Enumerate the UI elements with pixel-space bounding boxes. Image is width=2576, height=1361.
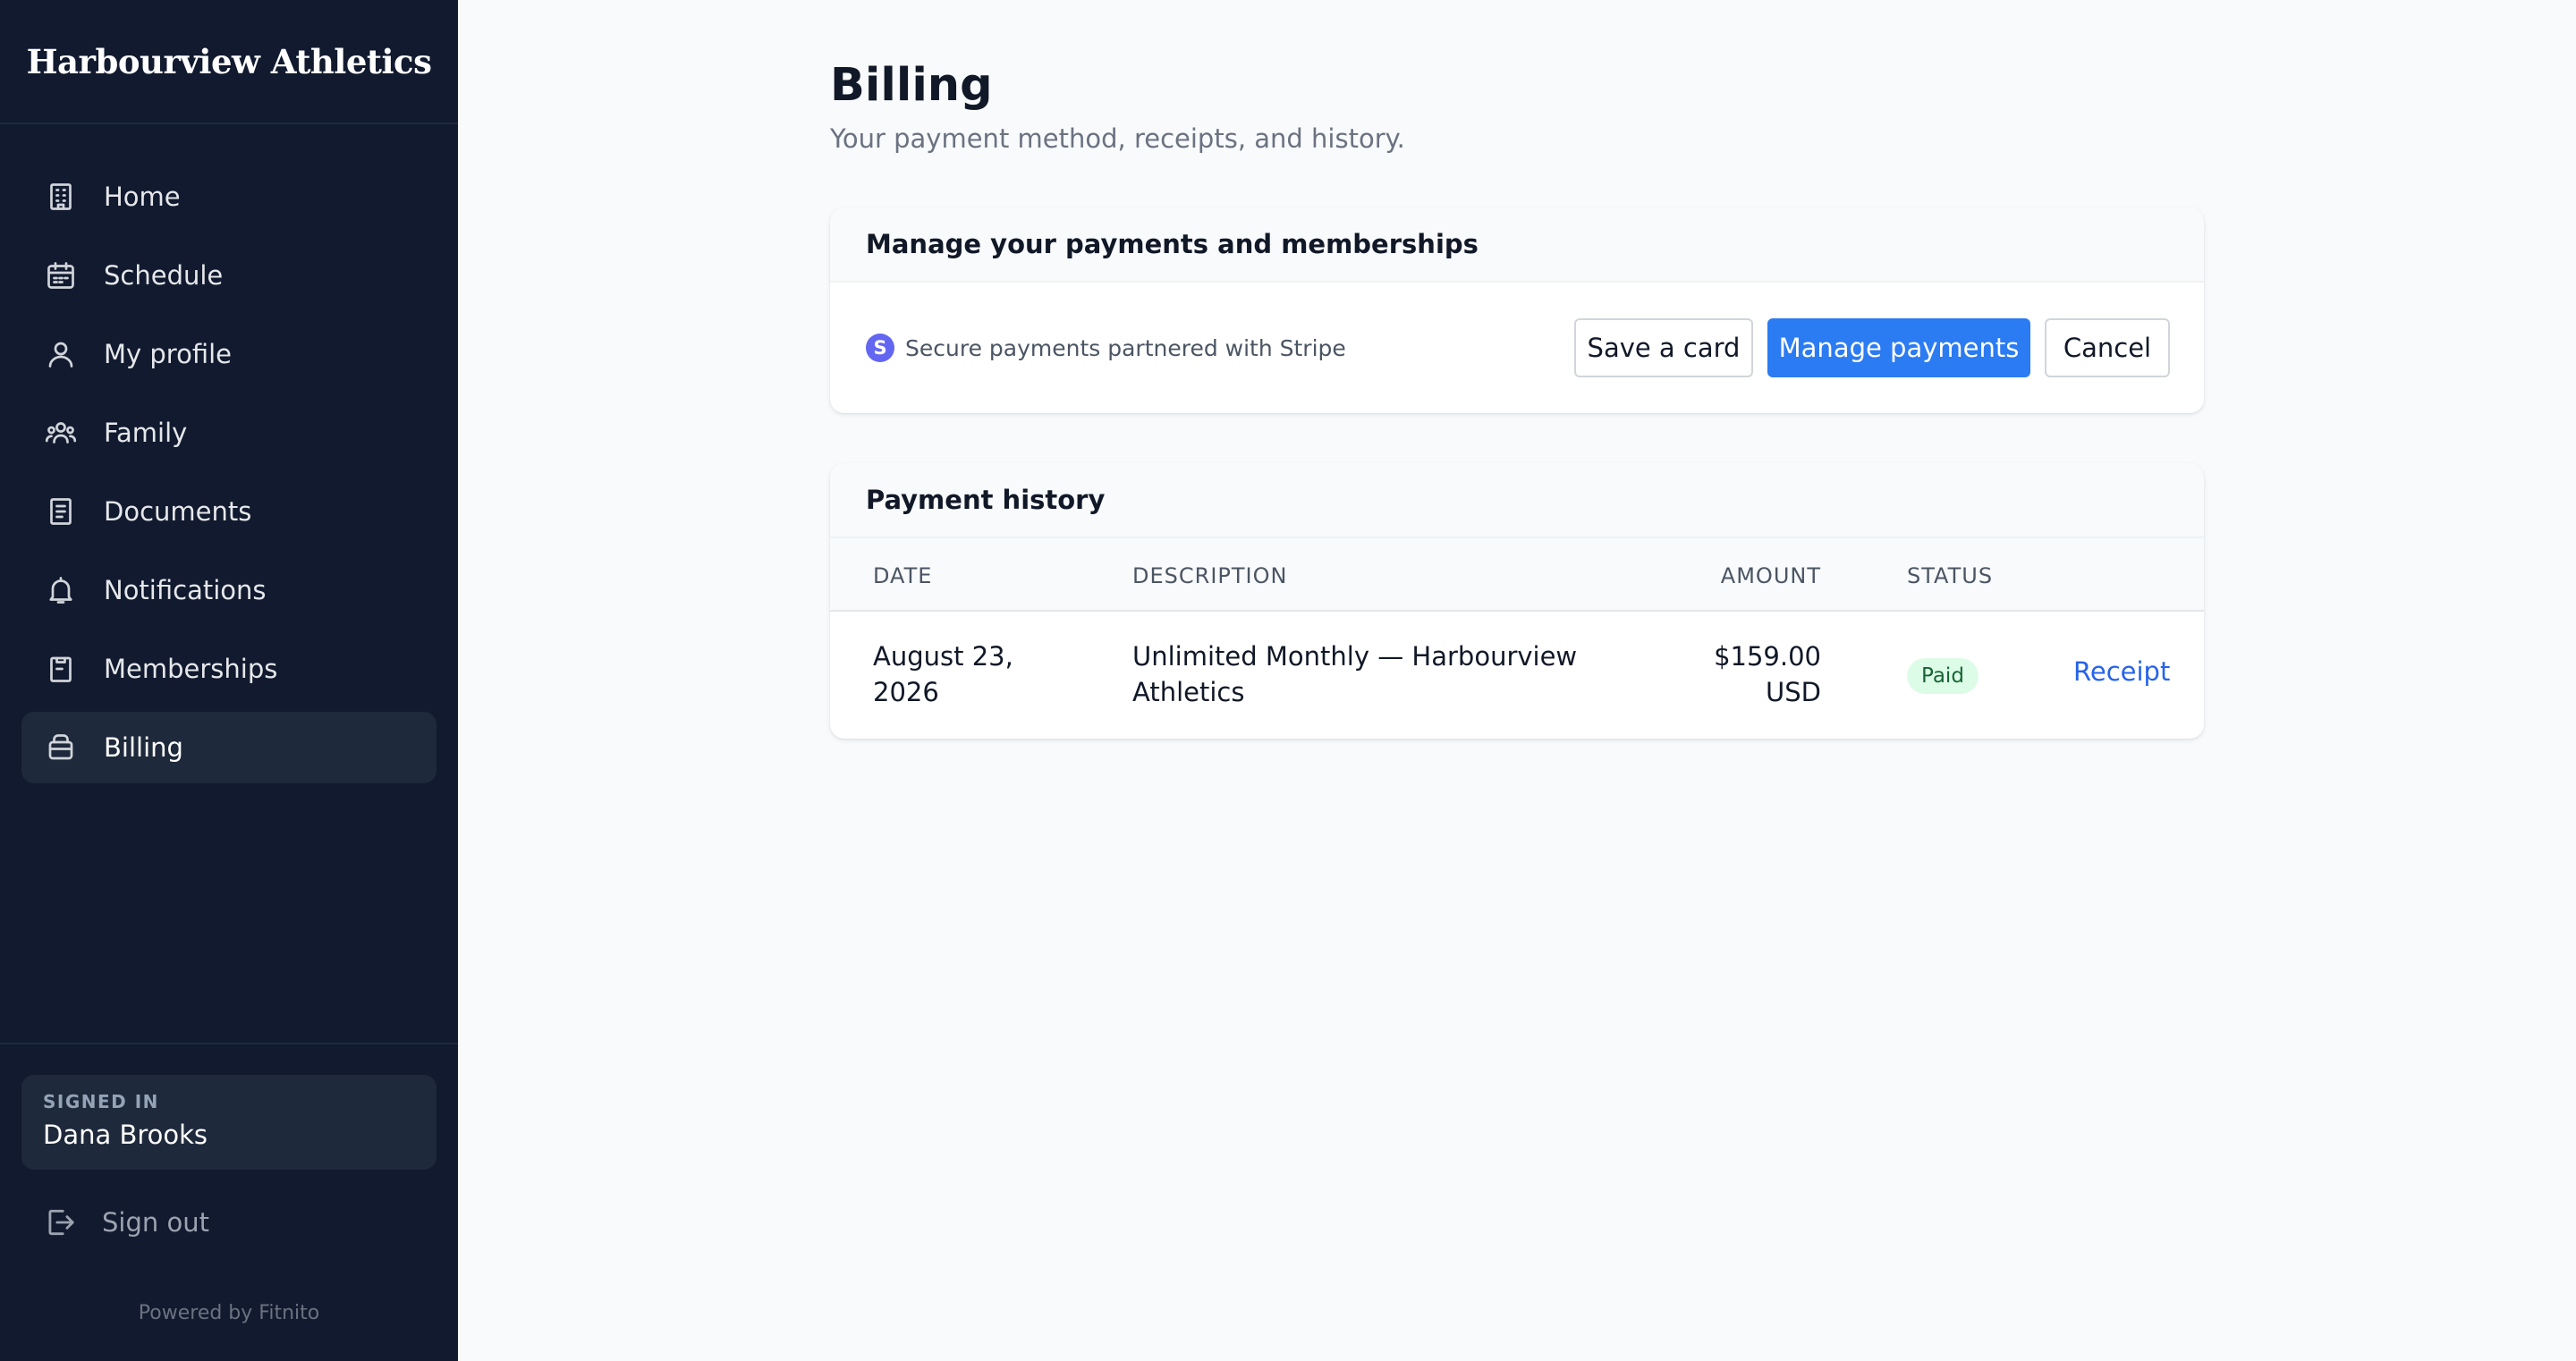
sidebar-item-label: Home — [104, 182, 181, 212]
column-header-date: DATE — [873, 563, 933, 588]
wallet-icon — [45, 731, 77, 764]
sidebar-item-home[interactable]: Home — [21, 161, 436, 232]
sign-out-button[interactable]: Sign out — [43, 1205, 209, 1239]
column-header-description: DESCRIPTION — [1132, 563, 1288, 588]
payments-card-title: Manage your payments and memberships — [830, 207, 2204, 283]
row-date: August 23, 2026 — [873, 641, 1013, 707]
column-header-status: STATUS — [1907, 563, 1994, 588]
receipt-link[interactable]: Receipt — [2073, 656, 2170, 687]
powered-by: Powered by Fitnito — [138, 1302, 320, 1324]
sidebar-item-label: Schedule — [104, 260, 224, 291]
manage-payments-button[interactable]: Manage payments — [1767, 318, 2030, 377]
bell-icon — [45, 574, 77, 606]
stripe-icon: S — [866, 334, 894, 362]
sidebar-item-schedule[interactable]: Schedule — [21, 240, 436, 311]
row-amount: $159.00 USD — [1714, 641, 1821, 707]
table-row: August 23, 2026 Unlimited Monthly — Harb… — [830, 612, 2204, 739]
calendar-icon — [45, 259, 77, 292]
sign-out-icon — [48, 1209, 74, 1236]
sidebar-item-memberships[interactable]: Memberships — [21, 633, 436, 705]
sidebar-item-billing[interactable]: Billing — [21, 712, 436, 783]
sidebar-item-notifications[interactable]: Notifications — [21, 554, 436, 626]
payment-history-card: Payment history DATE DESCRIPTION AMOUNT … — [830, 463, 2204, 739]
sidebar: Harbourview Athletics Home Schedule My p… — [0, 0, 458, 1361]
sign-out-label: Sign out — [102, 1207, 209, 1238]
users-icon — [45, 417, 77, 449]
payments-card: Manage your payments and memberships S S… — [830, 207, 2204, 413]
stripe-note: S Secure payments partnered with Stripe — [866, 334, 1346, 362]
building-icon — [45, 181, 77, 213]
clipboard-icon — [45, 653, 77, 685]
sidebar-nav: Home Schedule My profile Family Document… — [21, 161, 436, 790]
cancel-button[interactable]: Cancel — [2045, 318, 2170, 377]
sidebar-item-label: Family — [104, 418, 188, 448]
status-badge: Paid — [1907, 658, 1979, 694]
user-name: Dana Brooks — [43, 1120, 208, 1150]
document-icon — [45, 495, 77, 528]
payment-history-title: Payment history — [830, 463, 2204, 538]
sidebar-item-label: Billing — [104, 732, 183, 763]
page-title: Billing — [830, 59, 993, 112]
signed-in-label: SIGNED IN — [43, 1091, 159, 1112]
table-header: DATE DESCRIPTION AMOUNT STATUS — [830, 538, 2204, 612]
user-icon — [45, 338, 77, 370]
brand-name[interactable]: Harbourview Athletics — [0, 0, 458, 124]
column-header-amount: AMOUNT — [1720, 563, 1821, 588]
sidebar-item-label: Memberships — [104, 654, 278, 684]
sidebar-item-label: Documents — [104, 496, 252, 527]
save-card-button[interactable]: Save a card — [1574, 318, 1753, 377]
sidebar-footer: SIGNED IN Dana Brooks Sign out Powered b… — [0, 1043, 458, 1324]
sidebar-item-family[interactable]: Family — [21, 397, 436, 469]
sidebar-item-label: Notifications — [104, 575, 267, 605]
stripe-note-text: Secure payments partnered with Stripe — [905, 334, 1346, 361]
page-subtitle: Your payment method, receipts, and histo… — [830, 123, 1405, 154]
sidebar-item-label: My profile — [104, 339, 233, 369]
signed-in-panel: SIGNED IN Dana Brooks — [21, 1075, 436, 1170]
row-description: Unlimited Monthly — Harbourview Athletic… — [1132, 641, 1578, 707]
sidebar-item-documents[interactable]: Documents — [21, 476, 436, 547]
sidebar-item-my-profile[interactable]: My profile — [21, 318, 436, 390]
